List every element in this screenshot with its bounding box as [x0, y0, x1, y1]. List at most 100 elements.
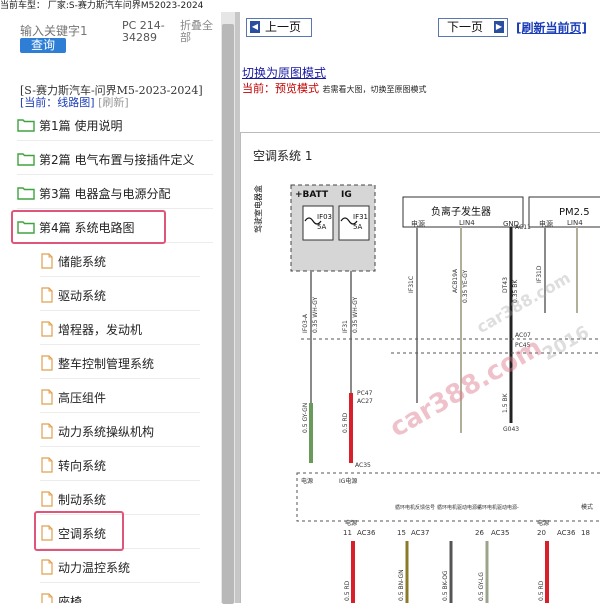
chapter-label: 第1篇 使用说明: [39, 118, 123, 133]
folder-open-icon: [17, 119, 35, 132]
module-ion-name: 负离子发生器: [431, 205, 491, 218]
chapter-label: 第3篇 电器盒与电源分配: [39, 186, 171, 201]
chapter-item[interactable]: 第1篇 使用说明: [17, 110, 213, 141]
folder-open-icon: [17, 153, 35, 166]
active-subitem-highlight: [34, 511, 124, 551]
document-icon: [41, 355, 53, 371]
fuse-box-batt-label: +BATT: [295, 190, 329, 200]
bottom-label: 循环电机反馈信号: [395, 504, 435, 511]
fuse-if31-name: IF31: [353, 213, 368, 221]
bottom-label: 电源: [301, 477, 313, 485]
subitem-label: 动力温控系统: [58, 560, 131, 575]
arrow-right-icon: ▶: [494, 21, 504, 33]
connector-label: AC37: [411, 529, 429, 537]
breadcrumb-current: [当前：线路图]: [20, 96, 95, 109]
fuse-if03-name: IF03: [317, 213, 332, 221]
scrollbar-thumb[interactable]: [222, 24, 234, 604]
arrow-left-icon: ◀: [250, 21, 260, 33]
mode-hint: 若需看大图，切换至原图模式: [322, 85, 427, 94]
next-page-label: 下一页: [447, 20, 484, 34]
chapter-item[interactable]: 第2篇 电气布置与接插件定义: [17, 144, 213, 175]
wire-label: 0.35 WH-GY: [352, 297, 359, 333]
mode-current-label: 当前：: [242, 82, 275, 95]
mode-status: 当前：预览模式 若需看大图，切换至原图模式: [242, 80, 427, 96]
bottom-label: 循环电机驱动电源+: [437, 504, 481, 511]
pin-number: 18: [581, 529, 590, 537]
connector-label: AC36: [357, 529, 376, 537]
prev-page-label: 上一页: [265, 20, 302, 34]
bottom-label: 循环电机驱动电源-: [477, 504, 519, 511]
mode-name: 预览模式: [275, 82, 319, 95]
subitem[interactable]: 座椅: [40, 586, 200, 603]
subitem-label: 驱动系统: [58, 288, 107, 303]
subitem-label: 制动系统: [58, 492, 107, 507]
refresh-page-link[interactable]: [刷新当前页]: [516, 19, 587, 36]
prev-page-button[interactable]: ◀ 上一页: [246, 18, 312, 37]
connector-label: AC35: [491, 529, 509, 537]
subitem[interactable]: 驱动系统: [40, 280, 200, 311]
subitem-label: 增程器，发动机: [58, 322, 143, 337]
subitem[interactable]: 储能系统: [40, 246, 200, 277]
subitem[interactable]: 增程器，发动机: [40, 314, 200, 345]
fuse-box-side-label: 驾驶室电器盒: [253, 185, 263, 233]
search-button[interactable]: 查询: [20, 38, 66, 53]
wire-label: 0.35 WH-GY: [312, 297, 319, 333]
document-icon: [41, 423, 53, 439]
wire-label: 0.5 BN-GN: [398, 569, 405, 601]
wire-label: IF31C: [408, 276, 415, 293]
pin-label: 电源: [411, 219, 425, 228]
document-icon: [41, 389, 53, 405]
connector-label: AC36: [557, 529, 576, 537]
subitem-label: 座椅: [58, 594, 83, 604]
active-chapter-highlight: [11, 210, 166, 244]
module-pm25-conn: LIN4: [567, 219, 583, 227]
bottom-label: 模式: [581, 503, 593, 511]
subitem[interactable]: 高压组件: [40, 382, 200, 413]
sidebar-scrollbar[interactable]: [221, 12, 235, 604]
subitem[interactable]: 转向系统: [40, 450, 200, 481]
subitem-label: 高压组件: [58, 390, 107, 405]
subitem[interactable]: 动力温控系统: [40, 552, 200, 583]
document-icon: [41, 321, 53, 337]
connector-label: AC27: [357, 398, 373, 405]
chapter-item[interactable]: 第3篇 电器盒与电源分配: [17, 178, 213, 209]
breadcrumb-refresh-link[interactable]: [刷新]: [98, 96, 129, 109]
subitem[interactable]: 整车控制管理系统: [40, 348, 200, 379]
next-page-button[interactable]: 下一页 ▶: [438, 18, 508, 37]
wiring-diagram: 空调系统 1 +BATT IG 驾驶室电器盒 IF03 5A IF31 5A 负…: [240, 132, 600, 603]
pin-number: 20: [537, 529, 546, 537]
document-icon: [41, 457, 53, 473]
wire-label: ACB19A: [452, 268, 459, 293]
pin-label: 电源: [539, 219, 553, 228]
subitem-label: 动力系统操纵机构: [58, 424, 155, 439]
document-icon: [41, 559, 53, 575]
subitem[interactable]: 动力系统操纵机构: [40, 416, 200, 447]
module-pm25-name: PM2.5: [559, 207, 590, 218]
wire-label: IF03-A: [302, 313, 309, 333]
pin-number: 15: [397, 529, 406, 537]
wire-label: 0.35 YE-GY: [462, 270, 469, 303]
connector-label: AC35: [355, 462, 371, 469]
wire-label: IF31: [342, 320, 349, 333]
pc-code-link[interactable]: PC 214-34289: [122, 20, 176, 44]
wire-label: G043: [503, 426, 519, 433]
fuse-box-ig-label: IG: [341, 190, 352, 200]
connector-label: PC47: [357, 390, 373, 397]
sidebar: 查询 PC 214-34289 折叠全部 [S-赛力斯汽车-问界M5-2023-…: [0, 12, 221, 603]
wire-label: 0.5 RD: [344, 580, 351, 601]
breadcrumb: [当前：线路图] [刷新]: [20, 94, 129, 110]
wire-label: 0.5 GY-LG: [478, 572, 485, 601]
document-icon: [41, 491, 53, 507]
bottom-label: 电源: [345, 519, 357, 527]
current-vehicle-bar: 当前车型： 厂家:S-赛力斯汽车问界M52023-2024: [0, 0, 600, 12]
document-icon: [41, 593, 53, 603]
collapse-all-link[interactable]: 折叠全部: [180, 20, 220, 44]
wiring-diagram-svg: +BATT IG 驾驶室电器盒 IF03 5A IF31 5A 负离子发生器 L…: [253, 184, 600, 603]
pin-number: 11: [343, 529, 352, 537]
wire-label: 0.5 BK-OG: [442, 570, 449, 601]
bottom-label: 电源: [537, 519, 549, 527]
wire-label: 0.5 RD: [342, 412, 349, 433]
wire-label: 1.5 BK: [502, 392, 509, 413]
subitem-label: 储能系统: [58, 254, 107, 269]
switch-original-mode-link[interactable]: 切换为原图模式: [242, 64, 326, 81]
